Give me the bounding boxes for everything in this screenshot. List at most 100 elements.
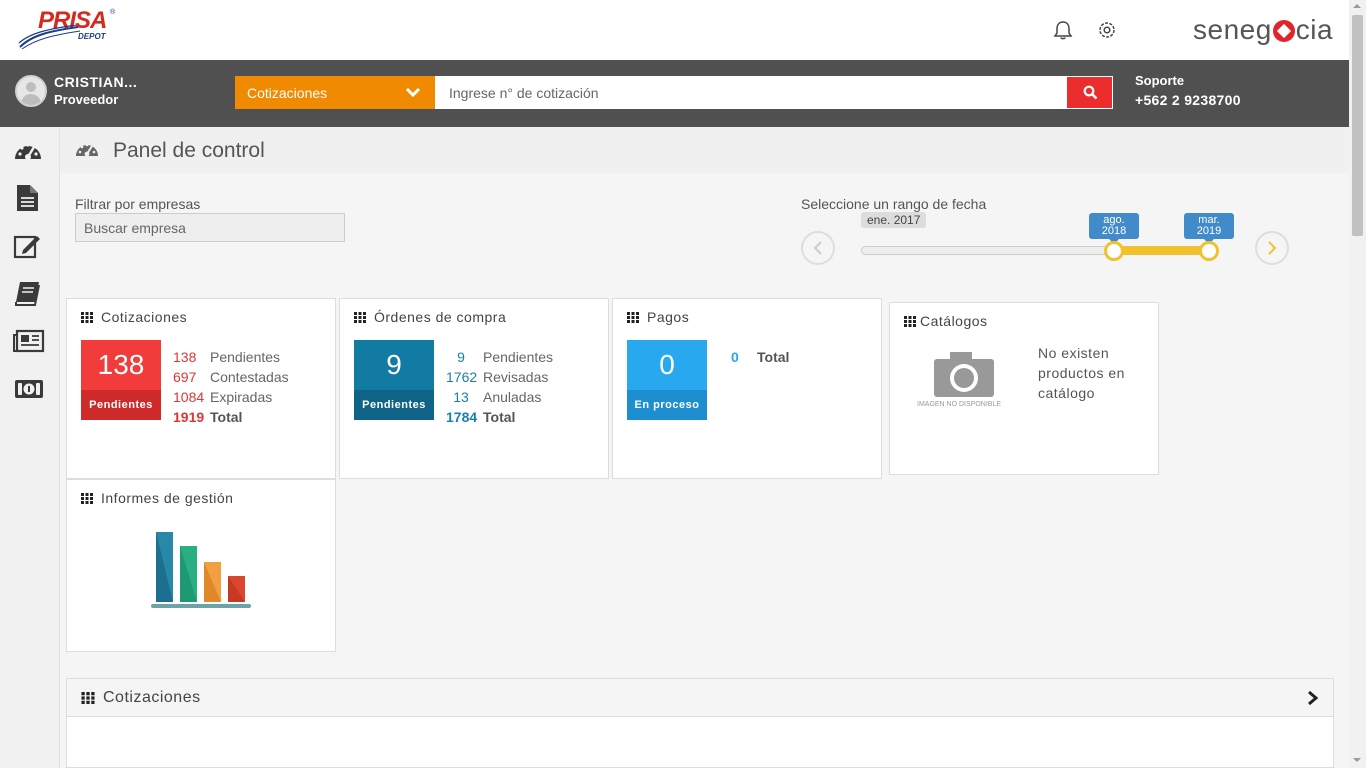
senegocia-brand: seneg cia: [1193, 14, 1333, 46]
card-title: Pagos: [647, 309, 690, 325]
grid-icon: [904, 315, 916, 327]
stat-number: 1919: [173, 409, 205, 425]
avatar[interactable]: [15, 75, 47, 107]
top-bar: PRISA ® DEPOT seneg cia: [0, 0, 1349, 60]
stat-number: 0: [731, 349, 739, 365]
big-stat[interactable]: 138 Pendientes: [81, 340, 161, 420]
card-header: Órdenes de compra: [354, 309, 506, 325]
stat-number: 9: [457, 349, 465, 365]
header-bar: CRISTIAN... Proveedor Cotizaciones Sopor…: [0, 60, 1349, 127]
stat-label: Revisadas: [483, 369, 549, 385]
card-title: Informes de gestión: [101, 490, 234, 506]
big-stat-number: 138: [81, 340, 161, 390]
card-title: Órdenes de compra: [374, 309, 507, 325]
newspaper-icon: [13, 329, 45, 353]
search-input[interactable]: [435, 76, 1066, 109]
stat-label: Total: [757, 349, 790, 365]
sidebar-item-reports[interactable]: [13, 327, 45, 357]
stat-label: Total: [483, 409, 516, 425]
support-label: Soporte: [1135, 73, 1185, 88]
dashboard-icon: [76, 143, 98, 157]
stat-number: 697: [173, 369, 197, 385]
grid-icon: [81, 692, 95, 704]
big-stat-label: Pendientes: [354, 390, 434, 420]
date-slider-selection: [1114, 246, 1210, 255]
document-icon: [17, 185, 38, 211]
sidebar-item-dashboard[interactable]: [13, 137, 45, 167]
big-stat-number: 0: [627, 340, 707, 390]
scroll-down-arrow-icon[interactable]: [1353, 758, 1361, 762]
search-type-value: Cotizaciones: [247, 85, 328, 101]
chevron-right-icon: [1268, 241, 1277, 255]
search-type-select[interactable]: Cotizaciones: [235, 76, 435, 109]
logo-sub: DEPOT: [78, 32, 106, 41]
panel-title-wrap: Cotizaciones: [81, 689, 201, 707]
card-pagos[interactable]: Pagos 0 En proceso 0 Total: [612, 298, 882, 479]
sidebar-item-catalog[interactable]: [13, 280, 45, 310]
range-prev-button[interactable]: [801, 231, 835, 265]
card-title: Cotizaciones: [101, 309, 188, 325]
date-min-label: ene. 2017: [861, 212, 927, 228]
date-from-handle[interactable]: [1104, 241, 1124, 261]
stat-label: Anuladas: [483, 389, 542, 405]
grid-icon: [81, 492, 93, 504]
main-content: Panel de control Filtrar por empresas Se…: [60, 127, 1349, 768]
scroll-up-arrow-icon[interactable]: [1353, 4, 1361, 8]
catalog-empty-message: No existen productos en catálogo: [1038, 345, 1125, 401]
chevron-right-icon[interactable]: [1307, 690, 1319, 706]
big-stat[interactable]: 0 En proceso: [627, 340, 707, 420]
money-icon: [15, 380, 43, 398]
card-informes-de-gestion[interactable]: Informes de gestión: [66, 479, 336, 652]
date-to-handle[interactable]: [1199, 241, 1219, 261]
card-ordenes-de-compra[interactable]: Órdenes de compra 9 Pendientes 9 Pendient…: [339, 298, 609, 479]
stat-number: 1784: [446, 409, 478, 425]
scroll-thumb[interactable]: [1352, 15, 1363, 236]
book-icon: [15, 282, 40, 306]
big-stat-number: 9: [354, 340, 434, 390]
chevron-left-icon: [813, 241, 822, 255]
card-title: Catálogos: [920, 313, 988, 329]
big-stat-label: En proceso: [627, 390, 707, 420]
card-cotizaciones[interactable]: Cotizaciones 138 Pendientes 138 Pendiente…: [66, 298, 336, 479]
date-to-year: 2019: [1196, 225, 1222, 237]
gear-icon[interactable]: [1096, 19, 1118, 41]
sidebar-item-payments[interactable]: [13, 376, 45, 406]
stat-number: 13: [453, 389, 469, 405]
date-from-year: 2018: [1101, 225, 1127, 237]
user-name[interactable]: CRISTIAN...: [54, 74, 137, 90]
date-range-label: Seleccione un rango de fecha: [801, 196, 987, 212]
chevron-down-icon: [405, 87, 421, 98]
date-from-tag: ago. 2018: [1089, 213, 1139, 244]
no-image-label: IMAGEN NO DISPONIBLE: [917, 401, 1002, 408]
card-catalogos[interactable]: Catálogos IMAGEN NO DISPONIBLE No existe…: [889, 302, 1159, 475]
panel-title: Cotizaciones: [103, 689, 201, 706]
company-search-input[interactable]: [75, 213, 345, 242]
support-phone: +562 2 9238700: [1135, 92, 1241, 108]
stat-label: Pendientes: [210, 349, 281, 365]
page-title-bar: Panel de control: [60, 127, 1349, 173]
range-next-button[interactable]: [1255, 231, 1289, 265]
sidebar-item-documents[interactable]: [13, 184, 45, 214]
card-header: Informes de gestión: [81, 490, 233, 506]
search-button[interactable]: [1066, 76, 1113, 109]
cotizaciones-panel: Cotizaciones: [66, 678, 1334, 768]
sidebar-item-edit[interactable]: [13, 232, 45, 262]
vertical-scrollbar[interactable]: [1349, 0, 1366, 768]
bell-icon[interactable]: [1052, 19, 1074, 41]
filter-label: Filtrar por empresas: [75, 196, 201, 212]
panel-header[interactable]: Cotizaciones: [67, 679, 1333, 717]
stat-number: 138: [173, 349, 197, 365]
big-stat[interactable]: 9 Pendientes: [354, 340, 434, 420]
brand-mid: g: [1255, 14, 1272, 45]
grid-icon: [627, 311, 639, 323]
big-stat-label: Pendientes: [81, 390, 161, 420]
card-header: Pagos: [627, 309, 689, 325]
card-header: Cotizaciones: [81, 309, 187, 325]
logo-swoosh-icon: [18, 25, 80, 49]
stat-label: Pendientes: [483, 349, 554, 365]
prisa-logo[interactable]: PRISA ® DEPOT: [18, 7, 118, 51]
stat-number: 1084: [173, 389, 205, 405]
stat-label: Contestadas: [210, 369, 289, 385]
brand-right: cia: [1295, 14, 1334, 45]
user-role: Proveedor: [54, 92, 119, 107]
